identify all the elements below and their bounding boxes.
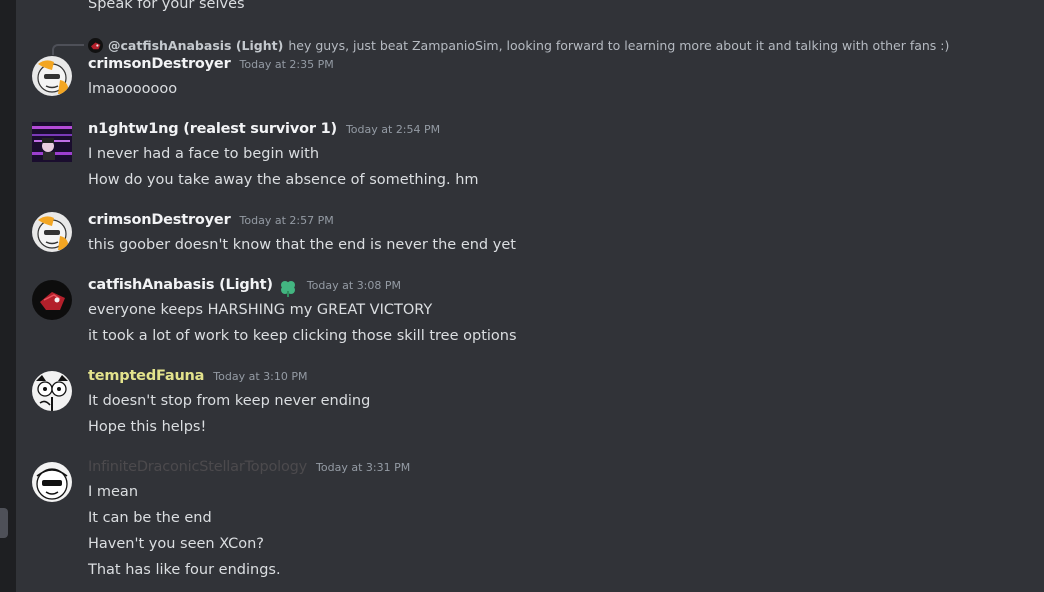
- infinite-avatar-icon[interactable]: [32, 462, 72, 502]
- clover-badge-icon[interactable]: [278, 279, 298, 297]
- message-header: crimsonDestroyer Today at 2:57 PM: [88, 212, 334, 234]
- username[interactable]: n1ghtw1ng (realest survivor 1): [88, 121, 337, 137]
- message-text: Speak for your selves: [88, 0, 245, 12]
- crimson-avatar-icon[interactable]: [32, 212, 72, 252]
- message-list[interactable]: Speak for your selves @catfishAnabasis (…: [16, 0, 1044, 592]
- message-header: temptedFauna Today at 3:10 PM: [88, 368, 307, 390]
- reply-text: hey guys, just beat ZampanioSim, looking…: [288, 37, 950, 53]
- message-text: it took a lot of work to keep clicking t…: [88, 328, 517, 344]
- username[interactable]: catfishAnabasis (Light): [88, 277, 273, 293]
- reply-preview[interactable]: @catfishAnabasis (Light) hey guys, just …: [88, 36, 949, 54]
- message-text: everyone keeps HARSHING my GREAT VICTORY: [88, 302, 433, 318]
- timestamp[interactable]: Today at 3:10 PM: [213, 370, 307, 383]
- message-header: crimsonDestroyer Today at 2:35 PM: [88, 56, 334, 78]
- crimson-avatar-icon[interactable]: [32, 56, 72, 96]
- reply-mention[interactable]: @catfishAnabasis (Light): [108, 38, 283, 53]
- message-text: this goober doesn't know that the end is…: [88, 237, 516, 253]
- username[interactable]: crimsonDestroyer: [88, 212, 231, 228]
- timestamp[interactable]: Today at 2:54 PM: [346, 123, 440, 136]
- message-text: It doesn't stop from keep never ending: [88, 393, 371, 409]
- timestamp[interactable]: Today at 2:35 PM: [240, 58, 334, 71]
- nightwing-avatar-icon[interactable]: [32, 122, 72, 162]
- message-text: I never had a face to begin with: [88, 146, 320, 162]
- message-header: catfishAnabasis (Light) Today at 3:08 PM: [88, 277, 401, 299]
- message-text: That has like four endings.: [88, 562, 281, 578]
- username[interactable]: crimsonDestroyer: [88, 56, 231, 72]
- username[interactable]: temptedFauna: [88, 368, 204, 384]
- username[interactable]: InfiniteDraconicStellarTopology: [88, 459, 307, 475]
- message-text: I mean: [88, 484, 139, 500]
- discord-window: Speak for your selves @catfishAnabasis (…: [0, 0, 1044, 592]
- message-header: InfiniteDraconicStellarTopology Today at…: [88, 459, 410, 481]
- message-text: Hope this helps!: [88, 419, 207, 435]
- message-text: It can be the end: [88, 510, 212, 526]
- timestamp[interactable]: Today at 3:08 PM: [307, 279, 401, 292]
- timestamp[interactable]: Today at 2:57 PM: [240, 214, 334, 227]
- message-text: lmaooooooo: [88, 81, 178, 97]
- server-indicator-pill[interactable]: [0, 508, 8, 538]
- server-sidebar-edge: [0, 0, 16, 592]
- message-text: Haven't you seen XCon?: [88, 536, 264, 552]
- fauna-avatar-icon[interactable]: [32, 371, 72, 411]
- message-header: n1ghtw1ng (realest survivor 1) Today at …: [88, 121, 440, 143]
- reply-spine: [52, 44, 84, 55]
- timestamp[interactable]: Today at 3:31 PM: [316, 461, 410, 474]
- catfish-avatar-icon[interactable]: [32, 280, 72, 320]
- message-text: How do you take away the absence of some…: [88, 172, 479, 188]
- reply-avatar-icon: [88, 37, 103, 53]
